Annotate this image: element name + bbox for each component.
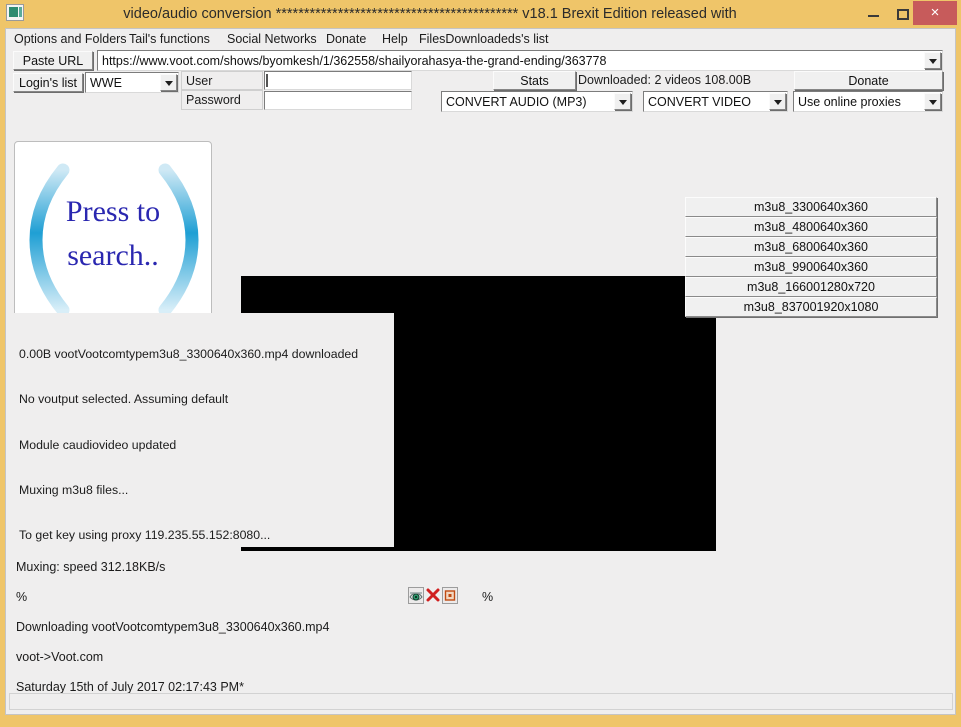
user-label: User [181, 71, 263, 90]
login-select[interactable]: WWE [85, 72, 179, 93]
bottom-status-bar [9, 693, 953, 710]
menu-item-files-downloaded-list[interactable]: FilesDownloadeds's list [416, 31, 552, 48]
m3u8-list-item[interactable]: m3u8_9900640x360 [685, 257, 937, 277]
m3u8-list-item[interactable]: m3u8_837001920x1080 [685, 297, 937, 317]
search-label-line1: Press to [65, 195, 161, 228]
convert-video-select[interactable]: CONVERT VIDEO [643, 91, 788, 112]
menu-item-donate[interactable]: Donate [323, 31, 369, 48]
menu-bar: Options and Folders Tail's functions Soc… [6, 29, 955, 50]
m3u8-list-item[interactable]: m3u8_166001280x720 [685, 277, 937, 297]
minimize-button[interactable] [858, 0, 888, 28]
window-title: video/audio conversion *****************… [123, 6, 737, 22]
m3u8-list-item[interactable]: m3u8_3300640x360 [685, 197, 937, 217]
preview-eye-icon[interactable] [408, 587, 424, 604]
title-bar: video/audio conversion *****************… [0, 0, 961, 28]
site-mapping-text: voot->Voot.com [16, 650, 104, 664]
convert-audio-chevron-down-icon[interactable] [614, 93, 631, 110]
downloaded-status-text: Downloaded: 2 videos 108.00B [578, 73, 752, 87]
percent-right-label: % [482, 590, 494, 604]
convert-audio-value: CONVERT AUDIO (MP3) [446, 95, 587, 109]
user-input-caret [266, 74, 268, 87]
close-button[interactable]: × [913, 1, 957, 25]
x-glyph [426, 588, 440, 602]
convert-video-chevron-down-icon[interactable] [769, 93, 786, 110]
url-dropdown-chevron-down-icon[interactable] [924, 52, 941, 69]
user-input[interactable] [264, 71, 412, 90]
menu-item-options-and-folders[interactable]: Options and Folders [11, 31, 130, 48]
transfer-control-buttons [408, 587, 458, 604]
eye-glyph [409, 592, 423, 601]
percent-left-label: % [16, 590, 28, 604]
press-to-search-button[interactable]: Press to search.. [14, 141, 212, 337]
menu-item-social-networks[interactable]: Social Networks [224, 31, 320, 48]
proxies-select[interactable]: Use online proxies [793, 91, 943, 112]
proxies-chevron-down-icon[interactable] [924, 93, 941, 110]
menu-item-tails-functions[interactable]: Tail's functions [126, 31, 213, 48]
url-input-value: https://www.voot.com/shows/byomkesh/1/36… [102, 54, 607, 68]
application-window: video/audio conversion *****************… [0, 0, 961, 727]
paste-url-button[interactable]: Paste URL [13, 51, 93, 70]
log-line: Module caudiovideo updated [19, 437, 177, 452]
url-input[interactable]: https://www.voot.com/shows/byomkesh/1/36… [97, 50, 943, 71]
proxies-value: Use online proxies [798, 95, 901, 109]
m3u8-list-item[interactable]: m3u8_4800640x360 [685, 217, 937, 237]
log-line: No voutput selected. Assuming default [19, 392, 229, 407]
m3u8-list-item[interactable]: m3u8_6800640x360 [685, 237, 937, 257]
log-line: Muxing m3u8 files... [19, 483, 129, 498]
log-output-panel: 0.00B vootVootcomtypem3u8_3300640x360.mp… [6, 313, 394, 547]
menu-item-help[interactable]: Help [379, 31, 411, 48]
cancel-x-icon[interactable] [425, 587, 441, 604]
search-label-line2: search.. [67, 239, 159, 272]
downloading-text: Downloading vootVootcomtypem3u8_3300640x… [16, 620, 330, 634]
logins-list-button[interactable]: Login's list [13, 73, 83, 92]
stop-glyph [444, 590, 456, 601]
client-area: Options and Folders Tail's functions Soc… [5, 28, 956, 715]
log-line: 0.00B vootVootcomtypem3u8_3300640x360.mp… [19, 347, 359, 362]
donate-button[interactable]: Donate [794, 71, 943, 90]
convert-audio-select[interactable]: CONVERT AUDIO (MP3) [441, 91, 633, 112]
login-dropdown-chevron-down-icon[interactable] [160, 74, 177, 91]
password-input[interactable] [264, 91, 412, 110]
stop-icon[interactable] [442, 587, 458, 604]
search-button-label: Press to search.. [15, 190, 211, 278]
convert-video-value: CONVERT VIDEO [648, 95, 752, 109]
timestamp-text: Saturday 15th of July 2017 02:17:43 PM* [16, 680, 244, 694]
m3u8-quality-list: m3u8_3300640x360 m3u8_4800640x360 m3u8_6… [685, 197, 937, 317]
muxing-speed-text: Muxing: speed 312.18KB/s [16, 560, 166, 574]
password-label: Password [181, 90, 263, 110]
stats-button[interactable]: Stats [493, 71, 576, 90]
log-line: To get key using proxy 119.235.55.152:80… [19, 528, 271, 543]
